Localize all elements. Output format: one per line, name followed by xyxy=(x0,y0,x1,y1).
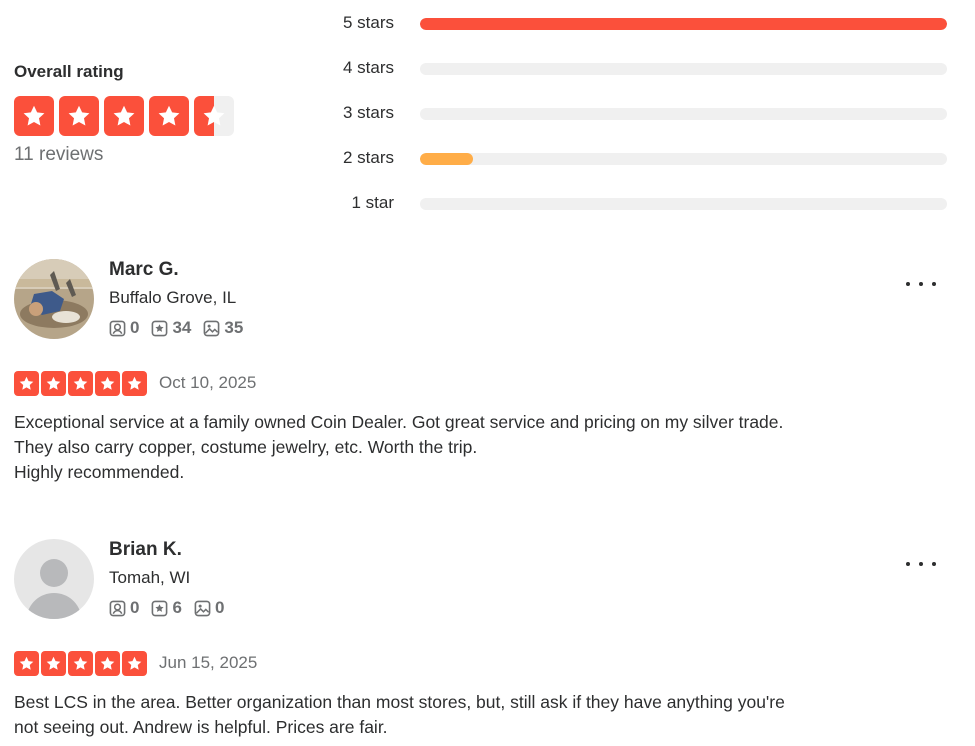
photos-count: 35 xyxy=(224,318,244,337)
friends-count: 0 xyxy=(130,318,140,337)
star-icon xyxy=(41,651,66,676)
overall-rating-stars xyxy=(14,96,234,136)
star-icon xyxy=(14,371,39,396)
user-stats: 0 34 35 xyxy=(109,318,243,338)
user-location: Buffalo Grove, IL xyxy=(109,288,237,307)
photos-count: 0 xyxy=(214,598,225,617)
friends-stat: 0 xyxy=(109,318,139,338)
histogram-fill xyxy=(420,18,947,30)
review-text: Exceptional service at a family owned Co… xyxy=(14,410,864,485)
histogram-track xyxy=(420,198,947,210)
avatar[interactable] xyxy=(14,539,94,619)
histogram-track xyxy=(420,18,947,30)
user-stats: 0 6 0 xyxy=(109,598,224,618)
review-text-line: Exceptional service at a family owned Co… xyxy=(14,412,784,432)
star-icon xyxy=(41,371,66,396)
more-options-icon xyxy=(906,562,910,566)
review-text-line: They also carry copper, costume jewelry,… xyxy=(14,437,478,457)
review-date: Oct 10, 2025 xyxy=(159,373,257,392)
star-icon xyxy=(149,96,189,136)
histogram-label: 3 stars xyxy=(342,103,394,122)
photos-icon xyxy=(204,320,220,336)
user-location: Tomah, WI xyxy=(109,568,191,587)
avatar[interactable] xyxy=(14,259,94,339)
photos-stat: 0 xyxy=(194,598,224,618)
dot xyxy=(919,562,923,566)
review-text: Best LCS in the area. Better organizatio… xyxy=(14,690,864,740)
photos-icon xyxy=(194,600,211,616)
reviews-stat: 6 xyxy=(151,598,182,618)
friends-count: 0 xyxy=(130,598,140,617)
photos-stat: 35 xyxy=(203,318,243,338)
star-icon xyxy=(68,651,93,676)
reviews-icon xyxy=(152,320,168,336)
review-date: Jun 15, 2025 xyxy=(159,653,258,672)
histogram-label: 2 stars xyxy=(342,148,394,167)
histogram-track xyxy=(420,63,947,75)
more-options-button[interactable] xyxy=(906,274,936,294)
review-rating-stars xyxy=(14,651,147,676)
star-icon xyxy=(104,96,144,136)
reviews-count: 34 xyxy=(172,318,192,337)
review-text-line: Highly recommended. xyxy=(14,462,185,482)
review-count: 11 reviews xyxy=(14,144,104,165)
histogram-label: 1 star xyxy=(351,193,394,212)
star-icon xyxy=(95,651,120,676)
star-icon xyxy=(14,651,39,676)
histogram-track xyxy=(420,108,947,120)
histogram-row-5[interactable]: 5 stars xyxy=(320,13,947,33)
dot xyxy=(932,562,936,566)
star-icon xyxy=(122,651,147,676)
histogram-row-1[interactable]: 1 star xyxy=(320,193,947,213)
histogram-track xyxy=(420,153,947,165)
histogram-fill xyxy=(420,153,473,165)
half-star-icon xyxy=(194,96,234,136)
histogram-row-4[interactable]: 4 stars xyxy=(320,58,947,78)
star-icon xyxy=(59,96,99,136)
reviews-icon xyxy=(152,600,168,616)
review-rating-stars xyxy=(14,371,147,396)
review-text-line: not seeing out. Andrew is helpful. Price… xyxy=(14,717,388,737)
dot xyxy=(932,282,936,286)
friends-icon xyxy=(109,320,126,336)
histogram-label: 5 stars xyxy=(342,13,394,32)
review-text-line: Best LCS in the area. Better organizatio… xyxy=(14,692,785,712)
histogram-row-2[interactable]: 2 stars xyxy=(320,148,947,168)
histogram-label: 4 stars xyxy=(342,58,394,77)
user-name[interactable]: Brian K. xyxy=(109,539,182,561)
more-options-icon xyxy=(906,282,910,286)
more-options-button[interactable] xyxy=(906,554,936,574)
reviews-count: 6 xyxy=(172,598,182,617)
reviews-stat: 34 xyxy=(151,318,191,338)
star-icon xyxy=(68,371,93,396)
star-icon xyxy=(95,371,120,396)
histogram-row-3[interactable]: 3 stars xyxy=(320,103,947,123)
star-icon xyxy=(14,96,54,136)
star-icon xyxy=(122,371,147,396)
user-name[interactable]: Marc G. xyxy=(109,259,179,281)
overall-rating-title: Overall rating xyxy=(14,62,124,81)
friends-icon xyxy=(109,600,126,616)
friends-stat: 0 xyxy=(109,598,139,618)
dot xyxy=(919,282,923,286)
